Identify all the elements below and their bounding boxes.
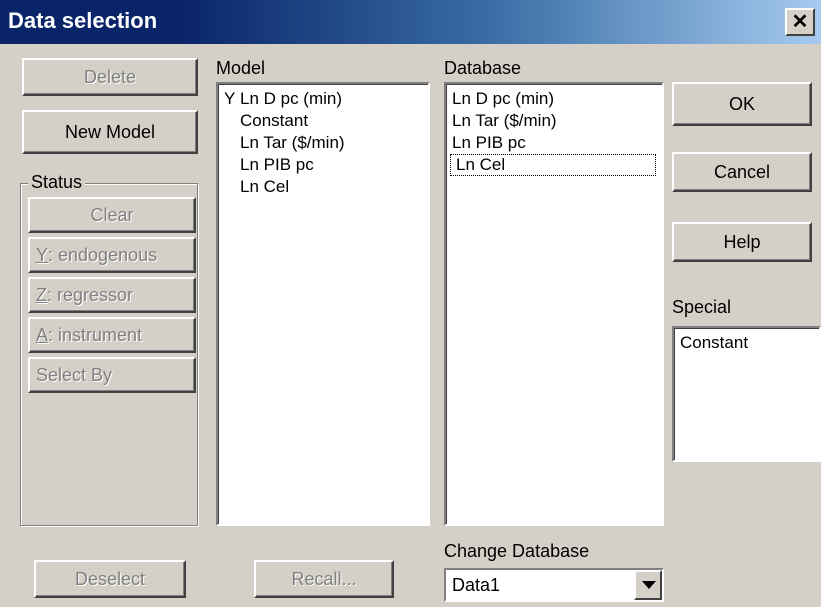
model-list-item[interactable]: Constant [218,110,428,132]
cancel-button[interactable]: Cancel [672,152,812,192]
data-selection-dialog: Data selection ✕ Delete New Model Status… [0,0,821,607]
select-by-button[interactable]: Select By [28,357,196,393]
delete-label: Delete [83,66,137,87]
new-model-button[interactable]: New Model [22,110,198,154]
clear-label: Clear [90,204,134,225]
database-select[interactable]: Data1 [444,568,664,602]
change-database-label: Change Database [444,541,590,561]
model-item-label: Ln Tar ($/min) [240,133,345,152]
recall-label: Recall... [291,568,357,589]
model-list[interactable]: Y Ln D pc (min) Constant Ln Tar ($/min) Ln P… [216,82,430,526]
recall-button[interactable]: Recall... [254,560,394,598]
endogenous-key: Y [36,244,49,265]
close-icon: ✕ [791,11,809,33]
regressor-key: Z [36,284,47,305]
model-item-label: Ln Cel [240,177,290,196]
database-list-item[interactable]: Ln Tar ($/min) [446,110,662,132]
database-select-value: Data1 [452,575,501,595]
delete-button[interactable]: Delete [22,58,198,96]
endogenous-label: : endogenous [48,244,158,265]
model-item-label: Constant [240,111,309,130]
model-item-status: Y [224,89,236,108]
status-legend: Status [28,172,86,193]
instrument-button[interactable]: A: instrument [28,317,196,353]
model-label: Model [216,58,266,78]
ok-button[interactable]: OK [672,82,812,126]
chevron-down-icon [642,581,656,589]
model-item-label: Ln PIB pc [240,155,314,174]
cancel-label: Cancel [713,161,771,182]
select-by-label: Select By [36,364,113,385]
clear-button[interactable]: Clear [28,197,196,233]
endogenous-button[interactable]: Y: endogenous [28,237,196,273]
instrument-key: A [36,324,49,345]
special-list[interactable]: Constant [672,326,821,462]
regressor-label: : regressor [47,284,134,305]
model-list-item[interactable]: Y Ln D pc (min) [218,88,428,110]
ok-label: OK [728,93,755,114]
help-button[interactable]: Help [672,222,812,262]
status-groupbox [20,183,198,526]
dropdown-button[interactable] [634,570,662,600]
regressor-button[interactable]: Z: regressor [28,277,196,313]
instrument-label: : instrument [48,324,143,345]
help-label: Help [723,231,761,252]
database-list-item[interactable]: Ln D pc (min) [446,88,662,110]
title-bar[interactable]: Data selection ✕ [0,0,821,44]
model-list-item[interactable]: Ln PIB pc [218,154,428,176]
window-title: Data selection [8,8,158,33]
database-list[interactable]: Ln D pc (min) Ln Tar ($/min) Ln PIB pc Ln C… [444,82,664,526]
special-label: Special [672,297,732,317]
database-list-item[interactable]: Ln PIB pc [446,132,662,154]
model-item-label: Ln D pc (min) [240,89,343,108]
database-list-item[interactable]: Ln Cel [450,154,656,176]
special-list-item[interactable]: Constant [674,332,819,354]
model-list-item[interactable]: Ln Tar ($/min) [218,132,428,154]
deselect-label: Deselect [74,568,146,589]
model-list-item[interactable]: Ln Cel [218,176,428,198]
close-button[interactable]: ✕ [785,8,815,36]
deselect-button[interactable]: Deselect [34,560,186,598]
database-label: Database [444,58,522,78]
new-model-label: New Model [64,121,156,142]
